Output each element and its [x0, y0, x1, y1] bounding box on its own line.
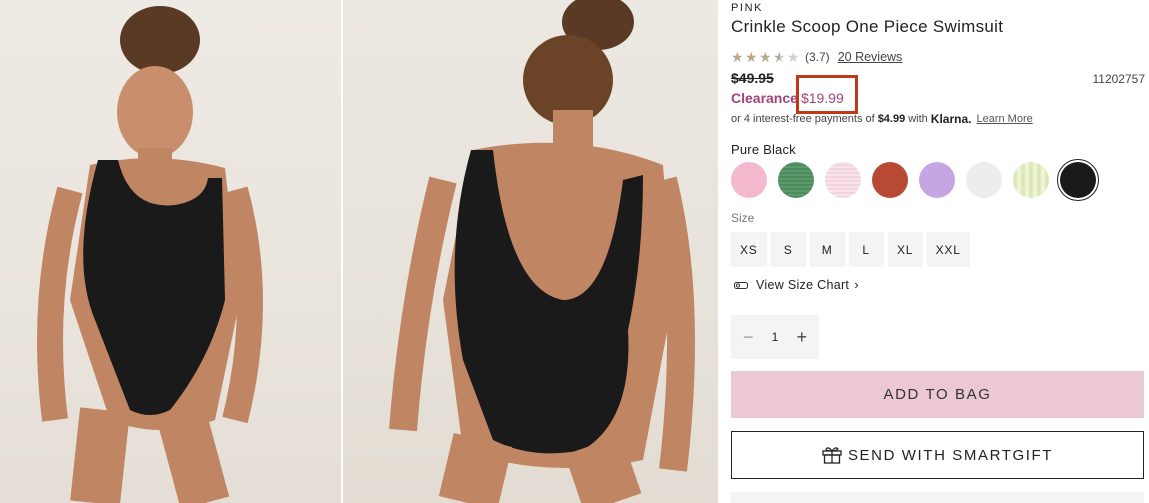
color-swatch-pure-black[interactable] — [1057, 159, 1099, 201]
size-option-xxl[interactable]: XXL — [926, 232, 970, 267]
smartgift-label: SEND WITH SMARTGIFT — [847, 446, 1054, 464]
color-swatch-lavender[interactable] — [919, 162, 955, 198]
reviews-link[interactable]: 20 Reviews — [838, 50, 903, 64]
model-front-photo[interactable] — [0, 0, 341, 503]
size-label: Size — [731, 211, 755, 225]
size-option-l[interactable]: L — [848, 232, 884, 267]
minus-icon[interactable]: − — [743, 328, 754, 346]
product-sku: 11202757 — [1092, 72, 1146, 86]
star-icon: ★ — [745, 49, 758, 65]
clearance-label: Clearance — [731, 90, 798, 106]
color-swatch-pink[interactable] — [731, 162, 767, 198]
chevron-right-icon: › — [854, 277, 859, 292]
color-swatch-lime-gingham[interactable] — [1013, 162, 1049, 198]
color-swatch-rust[interactable] — [872, 162, 908, 198]
klarna-with: with — [908, 113, 928, 125]
add-to-bag-button[interactable]: ADD TO BAG — [731, 371, 1144, 418]
color-swatch-light-pink[interactable] — [825, 162, 861, 198]
star-empty-icon: ★ — [787, 49, 800, 65]
size-options: XS S M L XL XXL — [731, 232, 974, 267]
plus-icon[interactable]: + — [796, 328, 807, 346]
selected-color-name: Pure Black — [731, 142, 796, 157]
star-icon: ★ — [759, 49, 772, 65]
color-swatches — [731, 159, 1107, 201]
size-option-xl[interactable]: XL — [887, 232, 923, 267]
brand-label: PINK — [731, 2, 764, 14]
size-chart-label: View Size Chart — [756, 277, 850, 292]
quantity-stepper: − 1 + — [731, 315, 819, 359]
rating-value: (3.7) — [805, 50, 830, 64]
model-back-photo[interactable] — [343, 0, 718, 503]
next-section-box — [731, 492, 1144, 503]
original-price: $49.95 — [731, 70, 774, 86]
price-highlight-box — [796, 75, 858, 114]
klarna-learn-more-link[interactable]: Learn More — [976, 113, 1032, 125]
size-option-xs[interactable]: XS — [731, 232, 767, 267]
product-details-panel: PINK Crinkle Scoop One Piece Swimsuit ★ … — [731, 0, 1146, 503]
rating-row: ★ ★ ★ ★ ★ (3.7) 20 Reviews — [731, 50, 902, 64]
star-half-icon: ★ — [773, 49, 786, 65]
product-title: Crinkle Scoop One Piece Swimsuit — [731, 17, 1004, 36]
klarna-logo: Klarna. — [930, 112, 972, 126]
quantity-value: 1 — [771, 330, 779, 344]
tape-measure-icon — [734, 281, 748, 289]
size-option-s[interactable]: S — [770, 232, 806, 267]
model-front-illustration — [37, 6, 263, 503]
color-swatch-white[interactable] — [966, 162, 1002, 198]
color-swatch-green[interactable] — [778, 162, 814, 198]
star-icon: ★ — [731, 49, 744, 65]
klarna-amount: $4.99 — [877, 113, 906, 125]
size-option-m[interactable]: M — [809, 232, 845, 267]
model-back-illustration — [389, 0, 695, 503]
klarna-prefix: or 4 interest-free payments of — [731, 113, 875, 125]
view-size-chart-link[interactable]: View Size Chart › — [734, 277, 859, 292]
rating-stars: ★ ★ ★ ★ ★ — [731, 50, 801, 64]
klarna-payment-info: or 4 interest-free payments of $4.99 wit… — [731, 112, 1033, 126]
send-with-smartgift-button[interactable]: SEND WITH SMARTGIFT — [731, 431, 1144, 479]
gift-icon — [822, 447, 842, 464]
